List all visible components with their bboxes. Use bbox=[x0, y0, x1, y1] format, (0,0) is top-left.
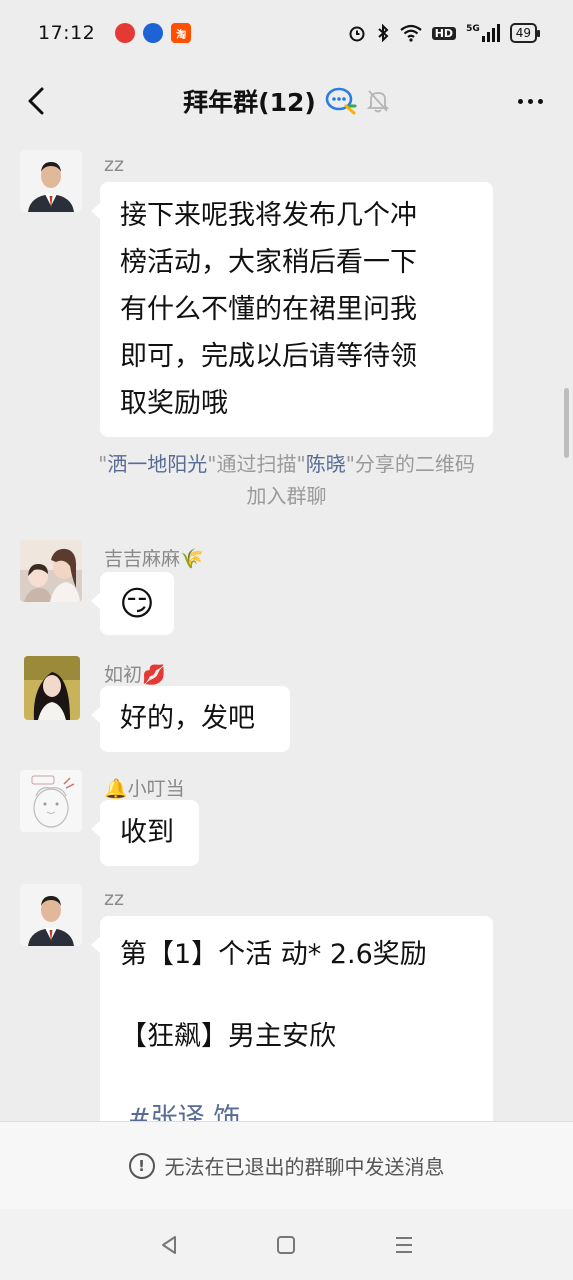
message-text-line bbox=[120, 975, 473, 1016]
smirk-emoji-icon: 😏 bbox=[119, 583, 155, 624]
message-text-line: 接下来呢我将发布几个冲 bbox=[120, 200, 417, 231]
message-text-line: 即可，完成以后请等待领 bbox=[120, 341, 417, 372]
message-text-line: 有什么不懂的在裙里问我 bbox=[120, 294, 417, 325]
avatar-zz[interactable] bbox=[20, 150, 82, 212]
message-bubble[interactable]: 第【1】个活 动* 2.6奖励 【狂飙】男主安欣 #张译 饰 bbox=[91, 916, 493, 1121]
avatar-xiaodingdang[interactable] bbox=[20, 770, 82, 832]
avatar-jijimama[interactable] bbox=[20, 540, 82, 602]
back-button[interactable] bbox=[18, 83, 54, 119]
back-arrow-icon bbox=[28, 87, 44, 115]
status-indicators: HD 5G 49 bbox=[348, 23, 541, 43]
message-bubble-emoji[interactable]: 😏 bbox=[91, 572, 174, 635]
status-time: 17:12 bbox=[38, 22, 96, 44]
bluetooth-icon bbox=[378, 24, 389, 42]
hashtag-link[interactable]: #张译 饰 bbox=[120, 1098, 473, 1121]
avatar-sketch-image bbox=[20, 770, 82, 832]
news-app-icon bbox=[143, 23, 164, 43]
avatar-photo-image bbox=[24, 656, 80, 720]
cannot-send-notice: 无法在已退出的群聊中发送消息 bbox=[164, 1155, 445, 1179]
group-chat-icon bbox=[325, 87, 357, 115]
signal-icon: 5G bbox=[466, 24, 500, 42]
square-home-icon bbox=[277, 1235, 296, 1254]
system-navigation-bar bbox=[0, 1209, 573, 1280]
mute-bell-icon bbox=[366, 90, 390, 113]
message-text: 收到 bbox=[120, 817, 174, 848]
notice-text: "通过扫描" bbox=[207, 452, 306, 476]
taobao-icon: 淘 bbox=[171, 23, 192, 43]
message-bubble[interactable]: 收到 bbox=[91, 800, 199, 866]
avatar-photo-image bbox=[20, 540, 82, 602]
sender-name: 如初💋 bbox=[104, 664, 166, 686]
notice-name-link[interactable]: 陈晓 bbox=[306, 452, 346, 476]
info-icon: ! bbox=[128, 1152, 155, 1179]
disabled-input-bar: ! 无法在已退出的群聊中发送消息 bbox=[0, 1121, 573, 1209]
hd-badge: HD bbox=[431, 26, 457, 40]
status-bar: 17:12 淘 HD 5G 49 bbox=[0, 0, 573, 66]
battery-indicator: 49 bbox=[509, 23, 541, 43]
message-text-line: 【狂飙】男主安欣 bbox=[120, 1021, 336, 1052]
message-text-line: 第【1】个活 动* 2.6奖励 bbox=[120, 939, 427, 970]
system-join-notice: "洒一地阳光"通过扫描"陈晓"分享的二维码 加入群聊 bbox=[0, 448, 573, 512]
message-text-line: 榜活动，大家稍后看一下 bbox=[120, 247, 417, 278]
chat-header: 拜年群(12) bbox=[0, 66, 573, 136]
chat-message-list[interactable]: zz 接下来呢我将发布几个冲 榜活动，大家稍后看一下 有什么不懂的在裙里问我 即… bbox=[0, 136, 573, 1121]
sender-name: 吉吉麻麻🌾 bbox=[104, 548, 204, 570]
nav-back-button[interactable] bbox=[149, 1225, 189, 1265]
notice-line-2: 加入群聊 bbox=[246, 484, 327, 508]
dot bbox=[537, 98, 543, 104]
group-title[interactable]: 拜年群(12) bbox=[183, 83, 316, 119]
message-text-line: 取奖励哦 bbox=[120, 388, 228, 419]
notice-text: "分享的二维码 bbox=[345, 452, 475, 476]
wifi-icon bbox=[400, 24, 422, 42]
sender-name: 🔔小叮当 bbox=[104, 778, 185, 800]
notice-line-1: "洒一地阳光"通过扫描"陈晓"分享的二维码 bbox=[0, 448, 573, 480]
avatar-ruchu[interactable] bbox=[24, 656, 80, 720]
dot bbox=[527, 98, 533, 104]
notice-quote: " bbox=[98, 452, 108, 476]
message-text: 好的，发吧 bbox=[120, 703, 255, 734]
avatar-man-image bbox=[20, 884, 82, 946]
nav-home-button[interactable] bbox=[266, 1225, 306, 1265]
sender-name: zz bbox=[104, 888, 124, 910]
nav-menu-button[interactable] bbox=[384, 1225, 424, 1265]
avatar-zz[interactable] bbox=[20, 884, 82, 946]
avatar-man-image bbox=[20, 150, 82, 212]
notice-name-link[interactable]: 洒一地阳光 bbox=[107, 452, 207, 476]
red-app-icon bbox=[115, 23, 136, 43]
menu-lines-icon bbox=[396, 1236, 413, 1253]
title-group: 拜年群(12) bbox=[183, 83, 390, 119]
alarm-icon bbox=[349, 26, 365, 42]
triangle-back-icon bbox=[161, 1235, 176, 1254]
message-text-line bbox=[120, 1057, 473, 1098]
dot bbox=[517, 98, 523, 104]
network-type: 5G bbox=[466, 24, 480, 34]
notification-icons: 淘 bbox=[115, 23, 192, 43]
message-bubble[interactable]: 好的，发吧 bbox=[91, 686, 290, 752]
more-options-button[interactable] bbox=[513, 84, 547, 118]
message-bubble[interactable]: 接下来呢我将发布几个冲 榜活动，大家稍后看一下 有什么不懂的在裙里问我 即可，完… bbox=[91, 182, 493, 437]
sender-name: zz bbox=[104, 154, 124, 176]
